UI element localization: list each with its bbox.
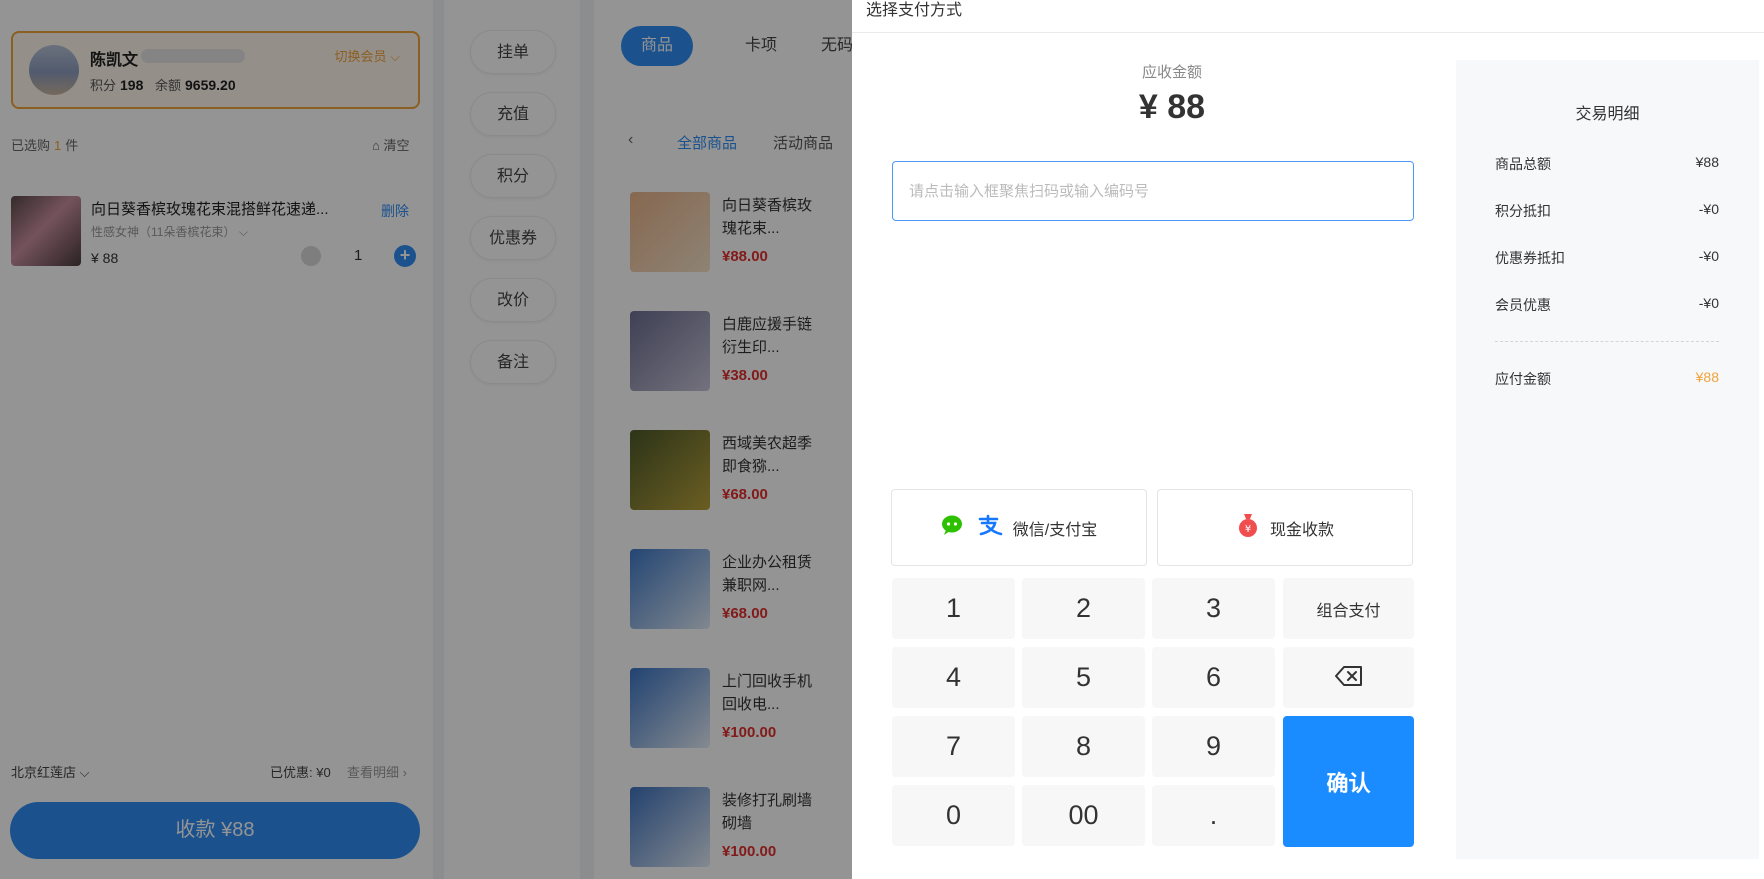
drawer-title: 选择支付方式	[866, 2, 963, 19]
key-1[interactable]: 1	[892, 578, 1015, 639]
key-4[interactable]: 4	[892, 647, 1015, 708]
detail-row-coupon: 优惠券抵扣 -¥0	[1495, 248, 1719, 266]
payment-drawer: 选择支付方式 应收金额 ¥ 88 微信/支付宝 ¥ 现金收款 1 2 3 组合支…	[852, 0, 1764, 879]
divider	[852, 32, 1764, 33]
divider	[1495, 341, 1719, 342]
money-bag-icon: ¥	[1236, 512, 1260, 543]
backspace-button[interactable]	[1283, 647, 1414, 708]
wechat-alipay-label: 微信/支付宝	[1012, 521, 1098, 539]
cash-payment-label: 现金收款	[1269, 521, 1334, 539]
detail-row-member: 会员优惠 -¥0	[1495, 295, 1719, 313]
key-9[interactable]: 9	[1152, 716, 1275, 777]
key-2[interactable]: 2	[1022, 578, 1145, 639]
detail-row-points: 积分抵扣 -¥0	[1495, 201, 1719, 219]
key-8[interactable]: 8	[1022, 716, 1145, 777]
detail-row-total: 应付金额 ¥88	[1495, 369, 1719, 387]
key-0[interactable]: 0	[892, 785, 1015, 846]
confirm-button[interactable]: 确认	[1283, 716, 1414, 847]
backspace-icon	[1334, 662, 1363, 693]
key-dot[interactable]: .	[1152, 785, 1275, 846]
scan-code-input[interactable]	[892, 161, 1414, 221]
details-title: 交易明细	[1575, 106, 1640, 123]
key-6[interactable]: 6	[1152, 647, 1275, 708]
key-3[interactable]: 3	[1152, 578, 1275, 639]
detail-row-subtotal: 商品总额 ¥88	[1495, 154, 1719, 172]
alipay-icon	[977, 514, 1003, 541]
key-5[interactable]: 5	[1022, 647, 1145, 708]
modal-overlay[interactable]	[0, 0, 852, 879]
key-7[interactable]: 7	[892, 716, 1015, 777]
transaction-details: 交易明细 商品总额 ¥88 积分抵扣 -¥0 优惠券抵扣 -¥0 会员优惠 -¥0 应付…	[1456, 60, 1759, 859]
cash-payment-button[interactable]: ¥ 现金收款	[1157, 489, 1413, 566]
amount-due-label: 应收金额	[1141, 64, 1202, 81]
key-00[interactable]: 00	[1022, 785, 1145, 846]
wechat-icon	[941, 514, 967, 541]
combo-payment-button[interactable]: 组合支付	[1283, 578, 1414, 639]
amount-due-value: ¥ 88	[1138, 88, 1206, 126]
wechat-alipay-button[interactable]: 微信/支付宝	[891, 489, 1147, 566]
svg-text:¥: ¥	[1245, 524, 1251, 535]
